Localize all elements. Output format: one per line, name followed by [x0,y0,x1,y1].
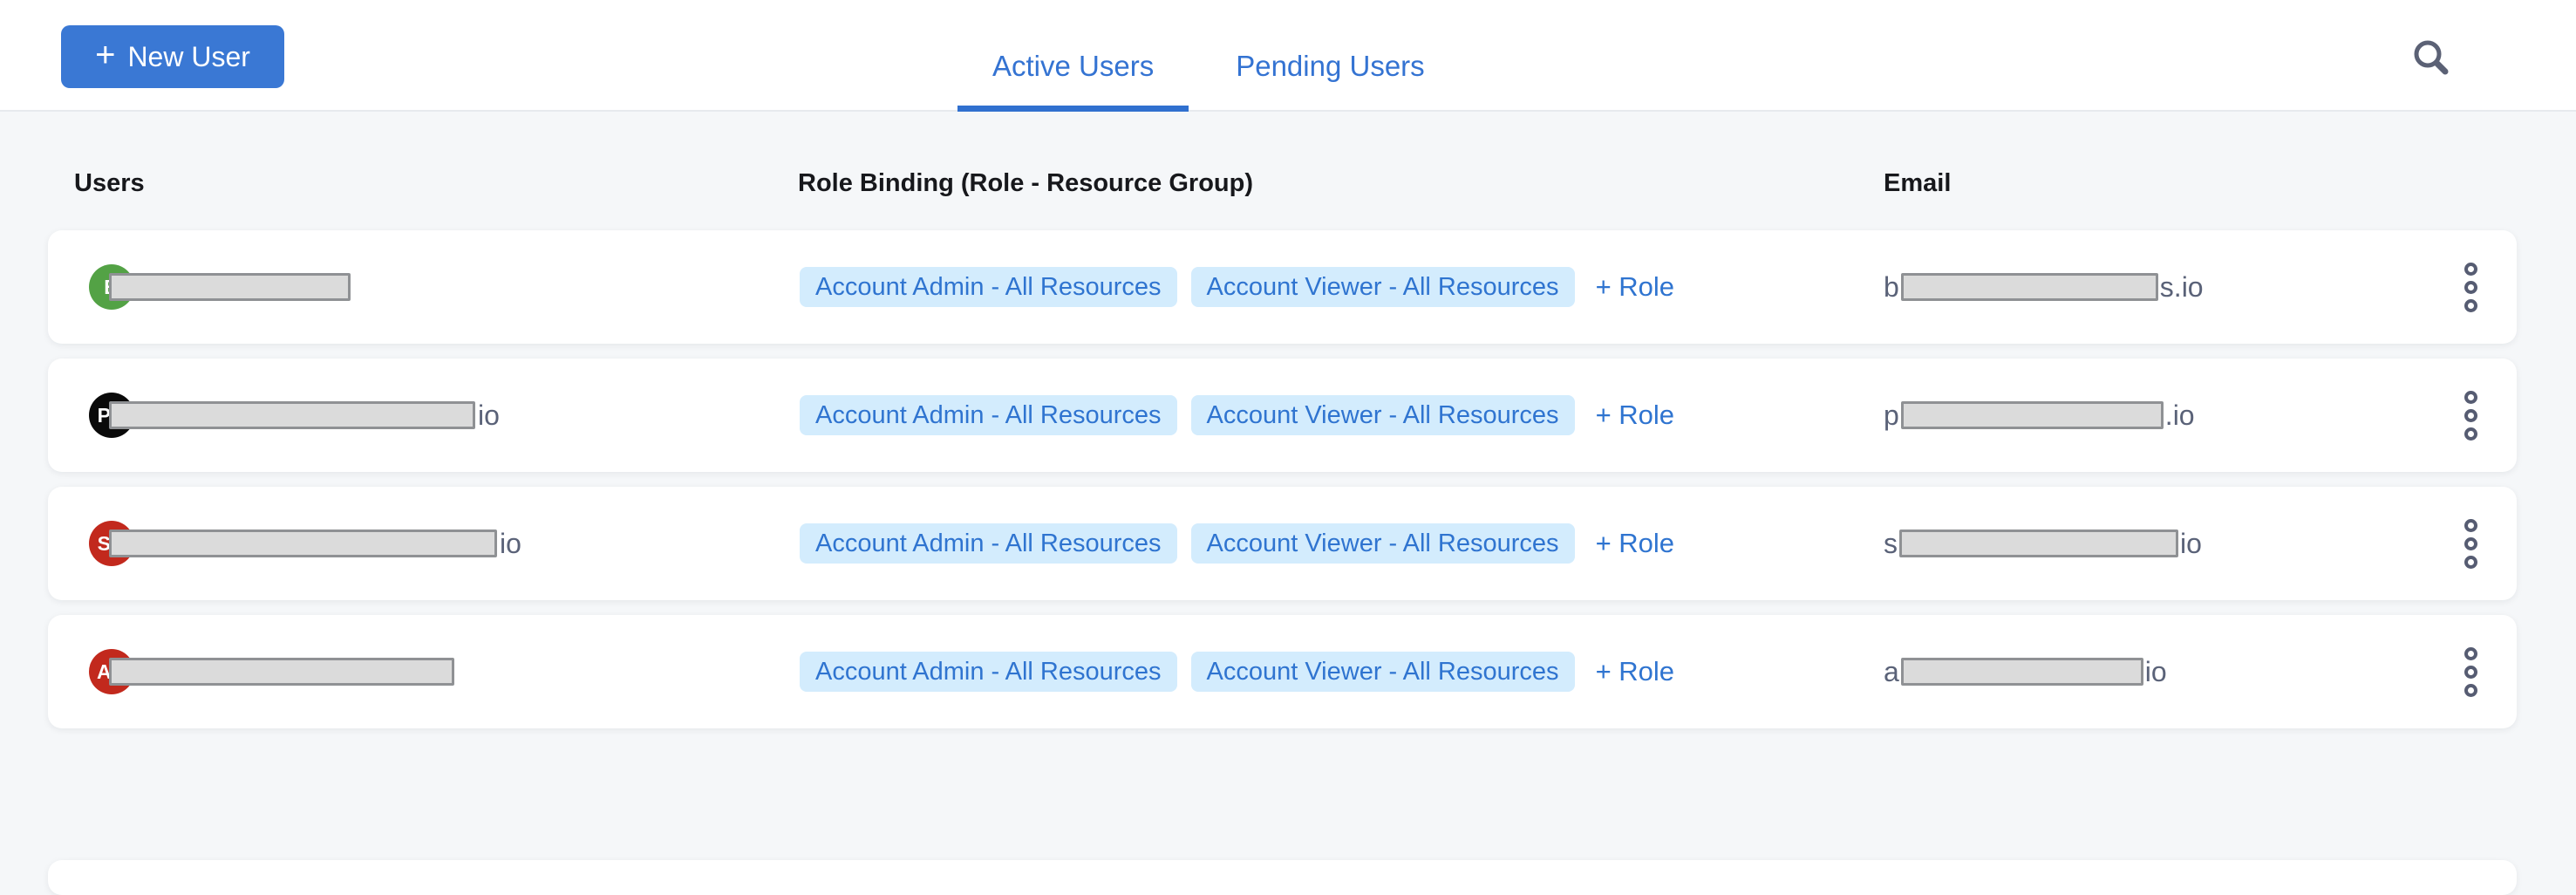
email-prefix: b [1884,271,1899,304]
add-role-button[interactable]: + Role [1596,528,1674,559]
menu-dot-icon [2464,299,2477,312]
email-suffix: s.io [2160,271,2204,304]
email-cell: b s.io [1884,271,2424,304]
add-role-button[interactable]: + Role [1596,656,1674,687]
role-binding-cell: Account Admin - All Resources Account Vi… [800,395,1884,435]
role-badge[interactable]: Account Admin - All Resources [800,523,1177,564]
table-row: B Account Admin - All Resources Account … [48,230,2517,344]
new-user-button[interactable]: + New User [61,25,284,88]
menu-dot-icon [2464,519,2477,532]
menu-dot-icon [2464,684,2477,697]
email-cell: p .io [1884,400,2424,432]
user-cell: PP io [89,393,800,438]
menu-dot-icon [2464,556,2477,569]
row-menu-button[interactable] [2424,647,2517,697]
search-icon[interactable] [2409,35,2454,80]
table-row: PP io Account Admin - All Resources Acco… [48,359,2517,472]
top-bar: + New User Active Users Pending Users [0,0,2576,112]
menu-dot-icon [2464,263,2477,276]
menu-dot-icon [2464,647,2477,660]
redacted-name [109,658,454,686]
tab-pending-users[interactable]: Pending Users [1201,0,1459,112]
redacted-email [1899,529,2178,557]
table-row: AS Account Admin - All Resources Account… [48,615,2517,728]
role-badge[interactable]: Account Viewer - All Resources [1191,395,1575,435]
role-binding-cell: Account Admin - All Resources Account Vi… [800,523,1884,564]
tab-active-users[interactable]: Active Users [957,0,1189,112]
name-suffix: io [478,400,500,432]
email-suffix: io [2180,528,2202,560]
role-badge[interactable]: Account Admin - All Resources [800,395,1177,435]
column-header-email: Email [1884,169,2576,198]
users-table: Users Role Binding (Role - Resource Grou… [0,113,2576,748]
user-cell: B [89,264,800,310]
menu-dot-icon [2464,666,2477,679]
plus-icon: + [95,38,115,72]
tabs: Active Users Pending Users [957,0,1460,112]
column-header-users: Users [74,169,798,198]
user-cell: SP io [89,521,800,566]
redacted-name [109,529,497,557]
role-binding-cell: Account Admin - All Resources Account Vi… [800,652,1884,692]
table-body: B Account Admin - All Resources Account … [48,230,2517,743]
role-badge[interactable]: Account Viewer - All Resources [1191,267,1575,307]
name-suffix: io [500,528,521,560]
menu-dot-icon [2464,427,2477,441]
email-suffix: io [2145,656,2167,688]
role-badge[interactable]: Account Viewer - All Resources [1191,523,1575,564]
redacted-email [1901,273,2158,301]
user-cell: AS [89,649,800,694]
table-row-partial [48,860,2517,895]
row-menu-button[interactable] [2424,263,2517,312]
table-row: SP io Account Admin - All Resources Acco… [48,487,2517,600]
row-menu-button[interactable] [2424,519,2517,569]
email-prefix: s [1884,528,1898,560]
redacted-email [1901,401,2164,429]
email-prefix: p [1884,400,1899,432]
add-role-button[interactable]: + Role [1596,271,1674,303]
redacted-name [109,401,475,429]
table-header-row: Users Role Binding (Role - Resource Grou… [0,157,2576,209]
role-badge[interactable]: Account Admin - All Resources [800,652,1177,692]
menu-dot-icon [2464,391,2477,404]
add-role-button[interactable]: + Role [1596,400,1674,431]
role-binding-cell: Account Admin - All Resources Account Vi… [800,267,1884,307]
email-cell: a io [1884,656,2424,688]
email-prefix: a [1884,656,1899,688]
menu-dot-icon [2464,281,2477,294]
role-badge[interactable]: Account Viewer - All Resources [1191,652,1575,692]
redacted-name [109,273,351,301]
role-badge[interactable]: Account Admin - All Resources [800,267,1177,307]
menu-dot-icon [2464,537,2477,550]
row-menu-button[interactable] [2424,391,2517,441]
email-suffix: .io [2165,400,2195,432]
new-user-label: New User [127,41,249,73]
column-header-role-binding: Role Binding (Role - Resource Group) [798,169,1884,198]
menu-dot-icon [2464,409,2477,422]
redacted-email [1901,658,2143,686]
email-cell: s io [1884,528,2424,560]
